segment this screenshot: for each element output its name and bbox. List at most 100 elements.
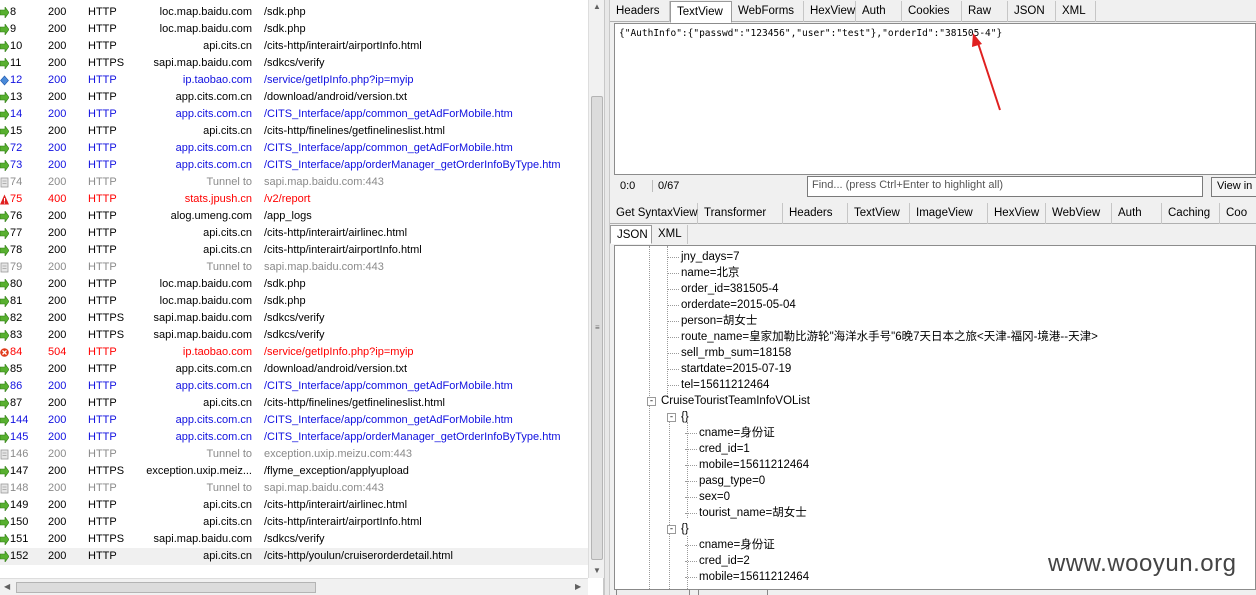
- session-row[interactable]: 13 200 HTTP app.cits.com.cn/download/androi…: [0, 89, 588, 106]
- subtab-json[interactable]: JSON: [610, 225, 652, 244]
- session-row[interactable]: 75 400 HTTP stats.jpush.cn/v2/report: [0, 191, 588, 208]
- collapse-toggle-icon[interactable]: -: [667, 413, 676, 422]
- tree-node[interactable]: orderdate=2015-05-04: [681, 297, 796, 313]
- tree-node[interactable]: cred_id=2: [699, 553, 750, 569]
- tab-cookies[interactable]: Cookies: [902, 1, 962, 22]
- session-row[interactable]: 151 200 HTTPS sapi.map.baidu.com/sdkcs/veri…: [0, 531, 588, 548]
- session-protocol: HTTP: [88, 448, 117, 460]
- session-row[interactable]: 146 200 HTTP Tunnel to exception.uxip.meizu.…: [0, 446, 588, 463]
- session-list-horizontal-scrollbar[interactable]: ◀ ▶: [0, 578, 588, 595]
- request-body-text[interactable]: {"AuthInfo":{"passwd":"123456","user":"t…: [614, 23, 1256, 175]
- scroll-up-arrow-icon[interactable]: ▲: [593, 2, 601, 11]
- session-row[interactable]: 81 200 HTTP loc.map.baidu.com/sdk.php: [0, 293, 588, 310]
- tab-hexview[interactable]: HexView: [804, 1, 856, 22]
- tab-auth[interactable]: Auth: [1112, 203, 1162, 224]
- session-row[interactable]: 148 200 HTTP Tunnel to sapi.map.baidu.com:44…: [0, 480, 588, 497]
- scroll-left-arrow-icon[interactable]: ◀: [4, 582, 10, 591]
- session-row[interactable]: 72 200 HTTP app.cits.com.cn/CITS_Interface/…: [0, 140, 588, 157]
- view-in-button[interactable]: View in: [1211, 177, 1256, 197]
- tree-node[interactable]: pasg_type=0: [699, 473, 765, 489]
- session-list-vertical-scrollbar[interactable]: ▲ ≡ ▼: [588, 0, 604, 578]
- scroll-right-arrow-icon[interactable]: ▶: [575, 582, 581, 591]
- tree-node[interactable]: sell_rmb_sum=18158: [681, 345, 791, 361]
- session-result: 200: [48, 23, 67, 35]
- tree-node[interactable]: cname=身份证: [699, 537, 775, 553]
- session-row[interactable]: 14 200 HTTP app.cits.com.cn/CITS_Interface/…: [0, 106, 588, 123]
- session-row[interactable]: 10 200 HTTP api.cits.cn/cits-http/interairt…: [0, 38, 588, 55]
- session-row[interactable]: 83 200 HTTPS sapi.map.baidu.com/sdkcs/verif…: [0, 327, 588, 344]
- tree-node[interactable]: tourist_name=胡女士: [699, 505, 807, 521]
- session-row[interactable]: 79 200 HTTP Tunnel to sapi.map.baidu.com:443: [0, 259, 588, 276]
- tab-raw[interactable]: Raw: [962, 1, 1008, 22]
- tree-node[interactable]: cname=身份证: [699, 425, 775, 441]
- expand-all-button[interactable]: [616, 589, 690, 595]
- session-row[interactable]: 150 200 HTTP api.cits.cn/cits-http/interair…: [0, 514, 588, 531]
- session-row[interactable]: 86 200 HTTP app.cits.com.cn/CITS_Interface/…: [0, 378, 588, 395]
- session-row[interactable]: 147 200 HTTPS exception.uxip.meiz... /flyme_…: [0, 463, 588, 480]
- tab-get-syntaxview[interactable]: Get SyntaxView: [610, 203, 698, 224]
- tree-node[interactable]: sex=0: [699, 489, 730, 505]
- response-arrow-icon: [0, 227, 10, 240]
- session-row[interactable]: 11 200 HTTPS sapi.map.baidu.com/sdkcs/verif…: [0, 55, 588, 72]
- response-arrow-icon: [0, 516, 10, 529]
- session-row[interactable]: 145 200 HTTP app.cits.com.cn/CITS_Interface…: [0, 429, 588, 446]
- tree-node[interactable]: name=北京: [681, 265, 739, 281]
- tree-node[interactable]: mobile=15611212464: [699, 569, 809, 585]
- collapse-button[interactable]: [698, 589, 768, 595]
- session-result: 200: [48, 278, 67, 290]
- tree-node[interactable]: route_name=皇家加勒比游轮"海洋水手号"6晚7天日本之旅<天津-福冈-…: [681, 329, 1098, 345]
- json-tree-view[interactable]: jny_days=7 name=北京 order_id=381505-4 orderd…: [614, 245, 1256, 590]
- tab-textview[interactable]: TextView: [670, 1, 732, 23]
- session-row[interactable]: 15 200 HTTP api.cits.cn/cits-http/finelines…: [0, 123, 588, 140]
- collapse-toggle-icon[interactable]: -: [667, 525, 676, 534]
- tab-auth[interactable]: Auth: [856, 1, 902, 22]
- tree-node[interactable]: {}: [681, 409, 689, 425]
- tab-coo[interactable]: Coo: [1220, 203, 1256, 224]
- subtab-xml[interactable]: XML: [652, 225, 688, 244]
- tab-webforms[interactable]: WebForms: [732, 1, 804, 22]
- session-row[interactable]: 74 200 HTTP Tunnel to sapi.map.baidu.com:443: [0, 174, 588, 191]
- tree-node[interactable]: CruiseTouristTeamInfoVOList: [661, 393, 810, 409]
- session-row[interactable]: 87 200 HTTP api.cits.cn/cits-http/finelines…: [0, 395, 588, 412]
- session-row[interactable]: 78 200 HTTP api.cits.cn/cits-http/interairt…: [0, 242, 588, 259]
- tree-node[interactable]: cred_id=1: [699, 441, 750, 457]
- session-row[interactable]: 84 504 HTTP ip.taobao.com/service/getIpInfo…: [0, 344, 588, 361]
- tab-xml[interactable]: XML: [1056, 1, 1096, 22]
- session-row[interactable]: 82 200 HTTPS sapi.map.baidu.com/sdkcs/verif…: [0, 310, 588, 327]
- session-host: loc.map.baidu.com: [159, 23, 252, 35]
- session-row[interactable]: 12 200 HTTP ip.taobao.com/service/getIpInfo…: [0, 72, 588, 89]
- tab-hexview[interactable]: HexView: [988, 203, 1046, 224]
- session-row[interactable]: 73 200 HTTP app.cits.com.cn/CITS_Interface/…: [0, 157, 588, 174]
- session-row[interactable]: 144 200 HTTP app.cits.com.cn/CITS_Interface…: [0, 412, 588, 429]
- scroll-down-arrow-icon[interactable]: ▼: [593, 566, 601, 575]
- tab-webview[interactable]: WebView: [1046, 203, 1112, 224]
- tab-headers[interactable]: Headers: [783, 203, 848, 224]
- tab-transformer[interactable]: Transformer: [698, 203, 783, 224]
- tab-imageview[interactable]: ImageView: [910, 203, 988, 224]
- tree-node[interactable]: tel=15611212464: [681, 377, 769, 393]
- tab-headers[interactable]: Headers: [610, 1, 670, 22]
- tab-json[interactable]: JSON: [1008, 1, 1056, 22]
- session-row[interactable]: 85 200 HTTP app.cits.com.cn/download/androi…: [0, 361, 588, 378]
- tree-node[interactable]: person=胡女士: [681, 313, 757, 329]
- tree-node[interactable]: jny_days=7: [681, 249, 740, 265]
- scroll-thumb[interactable]: [16, 582, 316, 593]
- session-row[interactable]: 80 200 HTTP loc.map.baidu.com/sdk.php: [0, 276, 588, 293]
- session-row[interactable]: 76 200 HTTP alog.umeng.com/app_logs: [0, 208, 588, 225]
- tree-node[interactable]: startdate=2015-07-19: [681, 361, 791, 377]
- session-row[interactable]: 77 200 HTTP api.cits.cn/cits-http/interairt…: [0, 225, 588, 242]
- session-row[interactable]: 149 200 HTTP api.cits.cn/cits-http/interair…: [0, 497, 588, 514]
- collapse-toggle-icon[interactable]: -: [647, 397, 656, 406]
- tree-node[interactable]: order_id=381505-4: [681, 281, 779, 297]
- tab-caching[interactable]: Caching: [1162, 203, 1220, 224]
- tree-node[interactable]: {}: [681, 521, 689, 537]
- session-row[interactable]: 152 200 HTTP api.cits.cn/cits-http/youlun/c…: [0, 548, 588, 565]
- session-row[interactable]: 8 200 HTTP loc.map.baidu.com/sdk.php: [0, 4, 588, 21]
- tree-node[interactable]: mobile=15611212464: [699, 457, 809, 473]
- scroll-thumb[interactable]: ≡: [591, 96, 603, 560]
- find-input[interactable]: Find... (press Ctrl+Enter to highlight a…: [807, 176, 1203, 197]
- session-number: 75: [10, 193, 23, 205]
- session-row[interactable]: 9 200 HTTP loc.map.baidu.com/sdk.php: [0, 21, 588, 38]
- session-url: /CITS_Interface/app/common_getAdForMobil…: [264, 380, 513, 392]
- tab-textview[interactable]: TextView: [848, 203, 910, 224]
